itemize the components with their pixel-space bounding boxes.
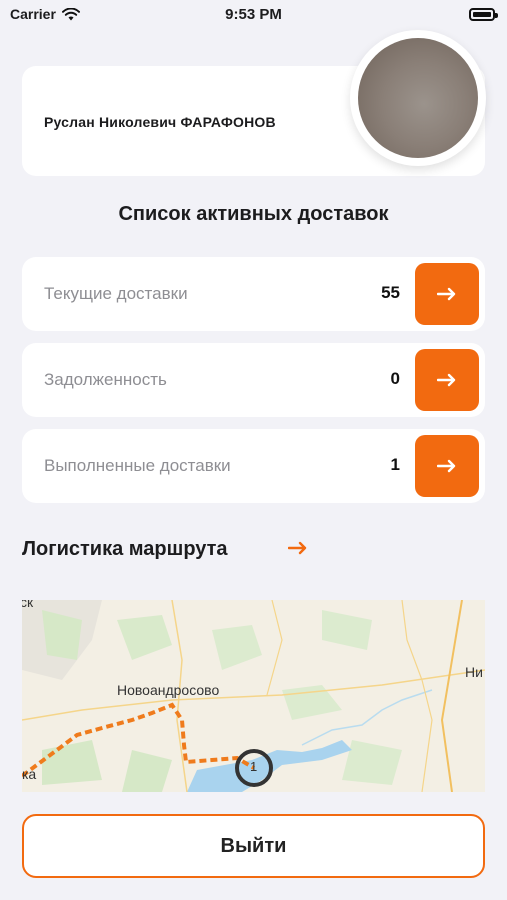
delivery-row-label: Текущие доставки	[44, 284, 188, 303]
delivery-row-label: Выполненные доставки	[44, 456, 231, 475]
battery-fill	[473, 12, 491, 17]
logistics-arrow-icon[interactable]	[288, 541, 308, 555]
battery-icon	[469, 8, 498, 21]
route-stop-marker[interactable]: 1	[250, 759, 257, 774]
avatar[interactable]	[350, 30, 486, 166]
open-current-deliveries-button[interactable]	[415, 263, 479, 325]
logistics-title: Логистика маршрута	[22, 538, 228, 560]
route-map[interactable]: Новоандросово ск Ни ка 1	[22, 600, 485, 792]
open-debt-button[interactable]	[415, 349, 479, 411]
deliveries-title: Список активных доставок	[118, 203, 389, 225]
open-completed-deliveries-button[interactable]	[415, 435, 479, 497]
delivery-row-count: 55	[381, 283, 400, 302]
map-town-label: Новоандросово	[117, 682, 220, 698]
arrow-right-icon	[437, 287, 456, 301]
profile-name: Руслан Николевич ФАРАФОНОВ	[44, 114, 276, 130]
delivery-row-count: 0	[390, 369, 400, 388]
avatar-image	[358, 38, 478, 158]
status-time: 9:53 PM	[225, 6, 282, 23]
delivery-row-count: 1	[390, 455, 400, 474]
logout-button[interactable]: Выйти	[22, 814, 485, 878]
delivery-row-label: Задолженность	[44, 370, 167, 389]
map-edge-label-top: ск	[22, 600, 34, 610]
arrow-right-icon	[437, 373, 456, 387]
map-edge-label-right: Ни	[465, 664, 483, 680]
map-edge-label-bottom: ка	[22, 766, 37, 782]
delivery-row-current[interactable]: Текущие доставки 55	[22, 257, 485, 331]
arrow-right-icon	[437, 459, 456, 473]
delivery-row-completed[interactable]: Выполненные доставки 1	[22, 429, 485, 503]
delivery-row-debt[interactable]: Задолженность 0	[22, 343, 485, 417]
status-bar: Carrier 9:53 PM	[0, 0, 507, 32]
